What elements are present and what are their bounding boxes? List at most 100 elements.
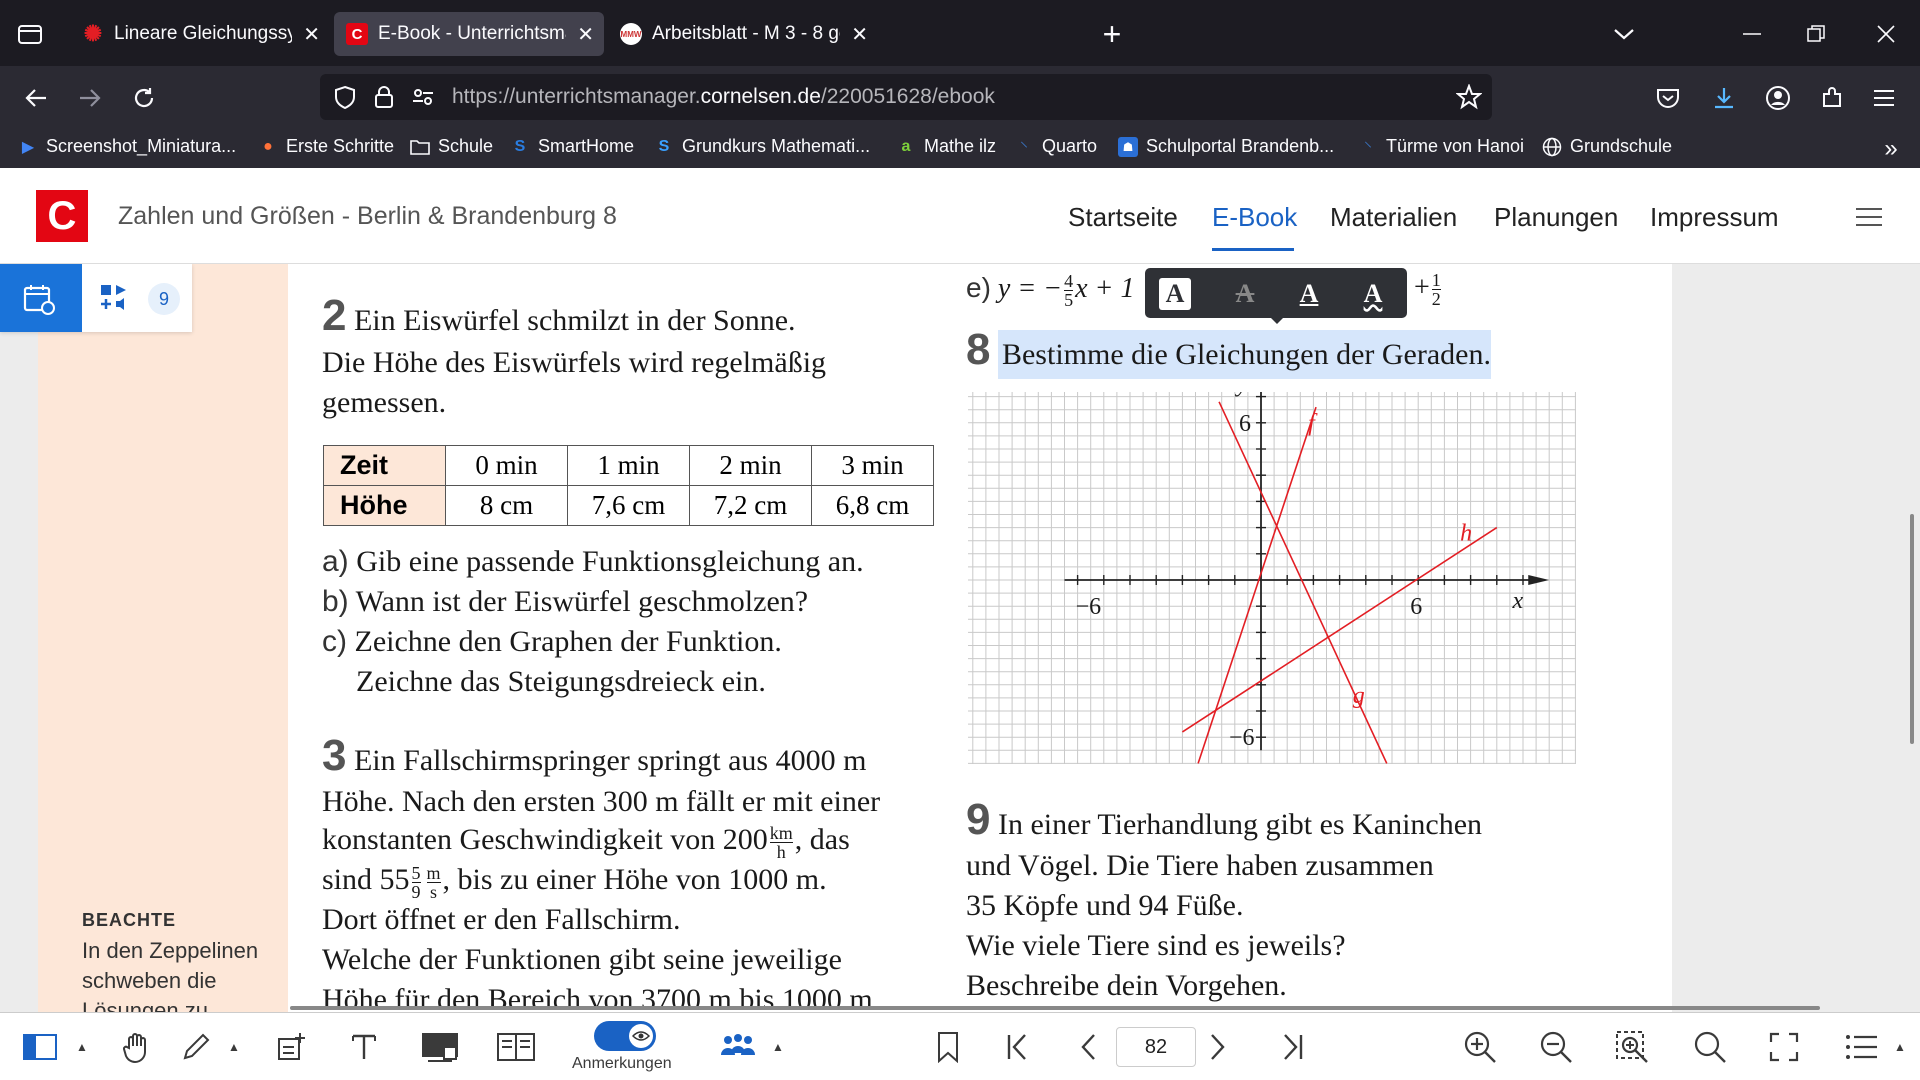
bookmark-erste-schritte[interactable]: ● Erste Schritte <box>258 136 394 157</box>
next-page-icon[interactable] <box>1200 1027 1236 1067</box>
minimize-icon[interactable] <box>1736 18 1768 50</box>
wavy-underline-button[interactable]: A <box>1357 278 1389 310</box>
bookmark-label: Türme von Hanoi <box>1386 136 1525 156</box>
more-bookmarks-icon[interactable]: » <box>1876 134 1906 164</box>
pocket-icon[interactable] <box>1650 80 1686 116</box>
first-page-icon[interactable] <box>1000 1027 1036 1067</box>
task-8-line: 8 Bestimme die Gleichungen der Geraden. <box>966 328 1491 379</box>
reload-icon[interactable] <box>126 80 162 116</box>
caret-up-icon[interactable]: ▲ <box>224 1027 244 1067</box>
download-icon[interactable] <box>1706 80 1742 116</box>
page-number-input[interactable]: 82 <box>1116 1027 1196 1067</box>
task-3-line: 3 Ein Fallschirmspringer springt aus 400… <box>322 734 866 781</box>
nav-materialien[interactable]: Materialien <box>1330 202 1457 233</box>
bookmark-icon[interactable] <box>930 1027 966 1067</box>
text-tool-icon[interactable] <box>344 1027 384 1067</box>
task-9-text: In einer Tierhandlung gibt es Kaninchen <box>997 808 1483 841</box>
close-icon[interactable]: ✕ <box>577 22 594 47</box>
bookmark-label: Schulportal Brandenb... <box>1146 136 1335 156</box>
bookmark-quarto[interactable]: ⸌ Quarto <box>1014 136 1097 157</box>
hand-icon[interactable] <box>118 1027 158 1067</box>
schulportal-icon: ☗ <box>1118 136 1138 157</box>
site-header: C Zahlen und Größen - Berlin & Brandenbu… <box>0 168 1920 264</box>
lock-icon[interactable] <box>374 85 400 109</box>
hamburger-icon[interactable] <box>1852 200 1886 234</box>
restore-icon[interactable] <box>1800 18 1832 50</box>
close-icon[interactable]: ✕ <box>303 22 320 47</box>
table-cell: 3 min <box>811 445 934 486</box>
caret-up-icon[interactable]: ▲ <box>1890 1027 1910 1067</box>
bookmark-tuerme[interactable]: ⸌ Türme von Hanoi <box>1358 136 1524 157</box>
vertical-scrollbar[interactable] <box>1910 514 1914 744</box>
browser-tab-1[interactable]: ✺ Lineare Gleichungssysteme zeic ✕ <box>70 12 330 56</box>
x-axis-label: x <box>1512 588 1524 614</box>
highlight-text-button[interactable]: A <box>1159 278 1191 310</box>
close-icon[interactable]: ✕ <box>851 22 868 47</box>
horizontal-scrollbar[interactable] <box>290 1006 1820 1010</box>
x-tick-label: 6 <box>1410 594 1422 620</box>
new-tab-icon[interactable]: + <box>1094 16 1130 52</box>
nav-planungen[interactable]: Planungen <box>1494 202 1618 233</box>
bookmark-screenshot[interactable]: ▶ Screenshot_Miniatura... <box>18 136 236 157</box>
underline-button[interactable]: A <box>1293 278 1325 310</box>
bookmark-grundkurs[interactable]: S Grundkurs Mathemati... <box>654 136 870 157</box>
previous-page-icon[interactable] <box>1070 1027 1106 1067</box>
strikethrough-button[interactable]: A <box>1229 278 1261 310</box>
last-page-icon[interactable] <box>1274 1027 1310 1067</box>
equation-part: y = − <box>997 273 1063 304</box>
bookmark-schule[interactable]: Schule <box>410 136 493 157</box>
calendar-button[interactable] <box>0 264 82 332</box>
subtask-b: b) Wann ist der Eiswürfel geschmolzen? <box>322 582 808 622</box>
bookmark-schulportal[interactable]: ☗ Schulportal Brandenb... <box>1118 136 1334 157</box>
cornelsen-logo[interactable]: C <box>36 190 88 242</box>
whiteboard-icon[interactable] <box>418 1027 462 1067</box>
highlighted-text[interactable]: Bestimme die Gleichungen der Geraden. <box>997 330 1491 379</box>
url-bar[interactable]: https://unterrichtsmanager.cornelsen.de/… <box>320 74 1492 120</box>
bookmark-mathe-ilz[interactable]: a Mathe ilz <box>896 136 996 157</box>
nav-impressum[interactable]: Impressum <box>1650 202 1779 233</box>
table-cell: 1 min <box>567 445 690 486</box>
book-view-icon[interactable] <box>494 1027 538 1067</box>
fullscreen-icon[interactable] <box>1764 1027 1804 1067</box>
menu-icon[interactable] <box>1866 80 1902 116</box>
add-note-icon[interactable] <box>272 1027 312 1067</box>
zoom-out-icon[interactable] <box>1536 1027 1576 1067</box>
caret-up-icon[interactable]: ▲ <box>768 1027 788 1067</box>
sidebar-toggle-icon[interactable] <box>20 1027 60 1067</box>
tab-list-icon[interactable] <box>14 18 46 50</box>
zoom-area-icon[interactable] <box>1612 1027 1652 1067</box>
window-close-icon[interactable] <box>1870 18 1902 50</box>
nav-startseite[interactable]: Startseite <box>1068 202 1178 233</box>
extensions-icon[interactable] <box>1814 80 1850 116</box>
bookmark-smarthome[interactable]: S SmartHome <box>510 136 634 157</box>
users-icon[interactable] <box>716 1027 760 1067</box>
fraction-denominator: 5 <box>1064 290 1074 311</box>
list-menu-icon[interactable] <box>1842 1027 1882 1067</box>
chevron-down-icon[interactable] <box>1608 18 1640 50</box>
annotations-toggle[interactable] <box>594 1021 656 1051</box>
annotations-label: Anmerkungen <box>572 1055 672 1072</box>
pen-icon[interactable] <box>176 1027 216 1067</box>
back-arrow-icon[interactable] <box>18 80 54 116</box>
media-count-badge[interactable]: 9 <box>148 283 180 315</box>
nav-ebook[interactable]: E-Book <box>1212 202 1297 233</box>
side-tools: 9 <box>0 264 192 332</box>
browser-tab-3[interactable]: MMW Arbeitsblatt - M 3 - 8 gemischte ✕ <box>608 12 878 56</box>
subtask-c: c) Zeichne den Graphen der Funktion. <box>322 622 782 662</box>
task-2-text: Die Höhe des Eiswürfels wird regelmäßig <box>322 346 827 379</box>
firefox-icon: ● <box>263 137 273 155</box>
forward-arrow-icon[interactable] <box>72 80 108 116</box>
bookmark-grundschule[interactable]: Grundschule <box>1542 136 1672 157</box>
beachte-text: In den Zeppelinen <box>82 938 259 963</box>
folder-icon <box>410 137 430 157</box>
task-3-text: sind 55 <box>322 863 410 896</box>
zoom-in-icon[interactable] <box>1460 1027 1500 1067</box>
shield-icon[interactable] <box>334 85 362 109</box>
star-icon[interactable] <box>1456 84 1482 110</box>
media-button[interactable] <box>98 282 132 316</box>
search-icon[interactable] <box>1690 1027 1730 1067</box>
permissions-icon[interactable] <box>412 87 440 107</box>
caret-up-icon[interactable]: ▲ <box>72 1027 92 1067</box>
browser-tab-2[interactable]: C E-Book - Unterrichtsmanager - ✕ <box>334 12 604 56</box>
account-icon[interactable] <box>1760 80 1796 116</box>
